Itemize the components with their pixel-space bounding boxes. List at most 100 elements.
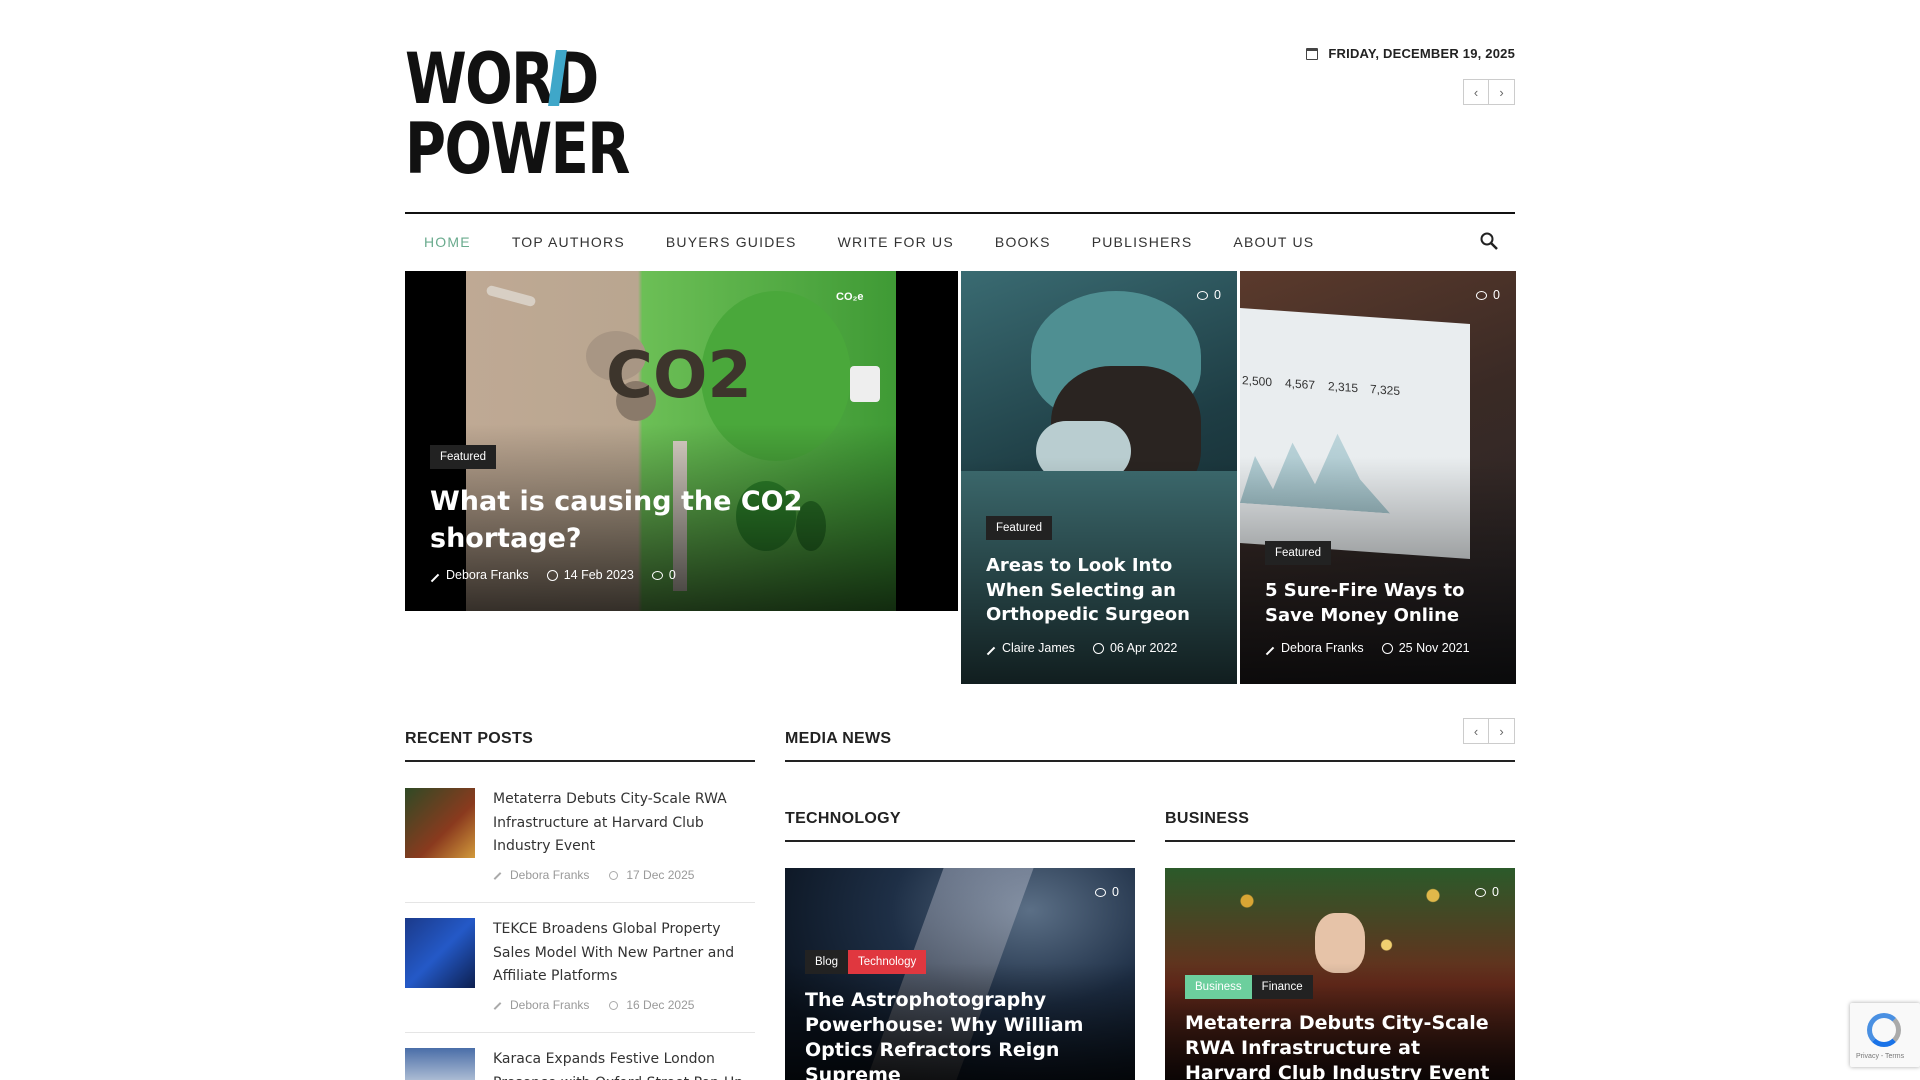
logo-line-1: WORD [405, 38, 599, 120]
featured-badge[interactable]: Featured [1265, 541, 1332, 565]
comment-count[interactable]: 0 [1197, 288, 1221, 302]
featured-badge[interactable]: Featured [986, 516, 1053, 540]
nav-buyers-guides[interactable]: BUYERS GUIDES [666, 234, 797, 250]
comment-count[interactable]: 0 [1475, 885, 1499, 899]
card-title[interactable]: Metaterra Debuts City-Scale RWA Infrastr… [1185, 1011, 1500, 1080]
nav-publishers[interactable]: PUBLISHERS [1092, 234, 1193, 250]
pen-icon [1265, 646, 1275, 656]
post-thumbnail[interactable] [405, 1048, 475, 1080]
clock-icon [1381, 642, 1393, 654]
next-button[interactable]: › [1489, 79, 1515, 105]
list-item[interactable]: TEKCE Broadens Global Property Sales Mod… [405, 918, 755, 1028]
recaptcha-links[interactable]: Privacy - Terms [1856, 1053, 1904, 1060]
recent-posts-heading: RECENT POSTS [405, 730, 534, 747]
media-news-underline [785, 760, 1515, 762]
calculator-icon [850, 366, 880, 402]
comment-count[interactable]: 0 [1095, 885, 1119, 899]
author[interactable]: Debora Franks [430, 568, 529, 583]
clock-icon [1092, 642, 1104, 654]
recent-posts-underline [405, 760, 755, 762]
comment-icon [1197, 290, 1209, 300]
author[interactable]: Debora Franks [493, 868, 589, 882]
hero-main-card[interactable]: CO2 CO₂e Featured What is causing the CO… [405, 271, 958, 611]
page: WORD POWER FRIDAY, DECEMBER 19, 2025 ‹ ›… [405, 0, 1516, 1080]
business-card[interactable]: 0 Business Finance Metaterra Debuts City… [1165, 868, 1515, 1080]
business-badge[interactable]: Business [1185, 975, 1252, 999]
airplane-icon [485, 284, 537, 308]
hero-card-money[interactable]: 2,500 4,567 2,315 7,325 0 Featured 5 Sur… [1240, 271, 1516, 684]
post-title[interactable]: TEKCE Broadens Global Property Sales Mod… [493, 918, 755, 989]
comment-count[interactable]: 0 [651, 568, 676, 582]
list-item[interactable]: Metaterra Debuts City-Scale RWA Infrastr… [405, 788, 755, 898]
hero-main-title[interactable]: What is causing the CO2 shortage? [430, 483, 850, 557]
card-title[interactable]: Areas to Look Into When Selecting an Ort… [986, 554, 1221, 628]
header-date: FRIDAY, DECEMBER 19, 2025 [1306, 46, 1515, 61]
clock-icon [609, 871, 619, 881]
card-title[interactable]: The Astrophotography Powerhouse: Why Wil… [805, 988, 1115, 1080]
author[interactable]: Debora Franks [493, 998, 589, 1012]
divider [405, 902, 755, 903]
nav-top-authors[interactable]: TOP AUTHORS [512, 234, 625, 250]
post-thumbnail[interactable] [405, 788, 475, 858]
screen-number: 4,567 [1285, 376, 1316, 393]
pen-icon [493, 871, 502, 880]
post-date: 06 Apr 2022 [1092, 641, 1177, 655]
clock-icon [609, 1001, 619, 1011]
blog-badge[interactable]: Blog [805, 950, 849, 974]
post-date: 16 Dec 2025 [609, 998, 694, 1012]
post-meta: Debora Franks 17 Dec 2025 [493, 868, 694, 882]
recaptcha-icon [1867, 1013, 1901, 1047]
badge-row: Blog Technology [805, 950, 927, 974]
screen-number: 7,325 [1370, 382, 1401, 399]
screen-number: 2,315 [1328, 379, 1359, 396]
co2-label: CO2 [606, 339, 752, 413]
comment-icon [1475, 887, 1487, 897]
hero-main-badge-wrap: Featured [430, 445, 497, 469]
hero-card-surgeon[interactable]: 0 Featured Areas to Look Into When Selec… [961, 271, 1237, 684]
card-badge-wrap: Featured [1265, 541, 1332, 565]
next-button[interactable]: › [1489, 718, 1515, 744]
co2e-label: CO₂e [836, 291, 864, 303]
pen-icon [493, 1001, 502, 1010]
post-title[interactable]: Metaterra Debuts City-Scale RWA Infrastr… [493, 788, 755, 859]
main-nav: HOME TOP AUTHORS BUYERS GUIDES WRITE FOR… [405, 214, 1515, 270]
date-text: FRIDAY, DECEMBER 19, 2025 [1328, 46, 1515, 61]
list-item[interactable]: Karaca Expands Festive London Presence w… [405, 1048, 755, 1080]
card-title[interactable]: 5 Sure-Fire Ways to Save Money Online [1265, 579, 1500, 628]
technology-heading: TECHNOLOGY [785, 810, 901, 827]
nav-books[interactable]: BOOKS [995, 234, 1051, 250]
nav-write-for-us[interactable]: WRITE FOR US [838, 234, 954, 250]
technology-card[interactable]: 0 Blog Technology The Astrophotography P… [785, 868, 1135, 1080]
author[interactable]: Claire James [986, 641, 1075, 656]
finance-badge[interactable]: Finance [1251, 975, 1313, 999]
technology-badge[interactable]: Technology [848, 950, 927, 974]
nav-home[interactable]: HOME [424, 234, 471, 250]
badge-row: Business Finance [1185, 975, 1313, 999]
clock-icon [546, 569, 558, 581]
media-news-heading: MEDIA NEWS [785, 730, 892, 747]
featured-badge[interactable]: Featured [430, 445, 497, 469]
post-date: 25 Nov 2021 [1381, 641, 1470, 655]
prev-button[interactable]: ‹ [1463, 79, 1489, 105]
pen-icon [986, 646, 996, 656]
business-underline [1165, 840, 1515, 842]
nav-about-us[interactable]: ABOUT US [1233, 234, 1314, 250]
screen-number: 2,500 [1242, 373, 1273, 390]
recaptcha-badge[interactable]: Privacy - Terms [1850, 1003, 1920, 1067]
author[interactable]: Debora Franks [1265, 641, 1364, 656]
comment-count[interactable]: 0 [1476, 288, 1500, 302]
hero-main-meta: Debora Franks 14 Feb 2023 0 [430, 568, 676, 583]
technology-underline [785, 840, 1135, 842]
post-date: 14 Feb 2023 [546, 568, 634, 582]
post-title[interactable]: Karaca Expands Festive London Presence w… [493, 1048, 755, 1080]
search-icon[interactable] [1479, 231, 1499, 251]
ticker-pager: ‹ › [1463, 79, 1515, 105]
calendar-icon [1306, 47, 1319, 60]
prev-button[interactable]: ‹ [1463, 718, 1489, 744]
site-logo[interactable]: WORD POWER [405, 44, 630, 184]
post-meta: Debora Franks 16 Dec 2025 [493, 998, 694, 1012]
media-news-pager: ‹ › [1463, 718, 1515, 744]
post-thumbnail[interactable] [405, 918, 475, 988]
post-date: 17 Dec 2025 [609, 868, 694, 882]
comment-icon [1095, 887, 1107, 897]
